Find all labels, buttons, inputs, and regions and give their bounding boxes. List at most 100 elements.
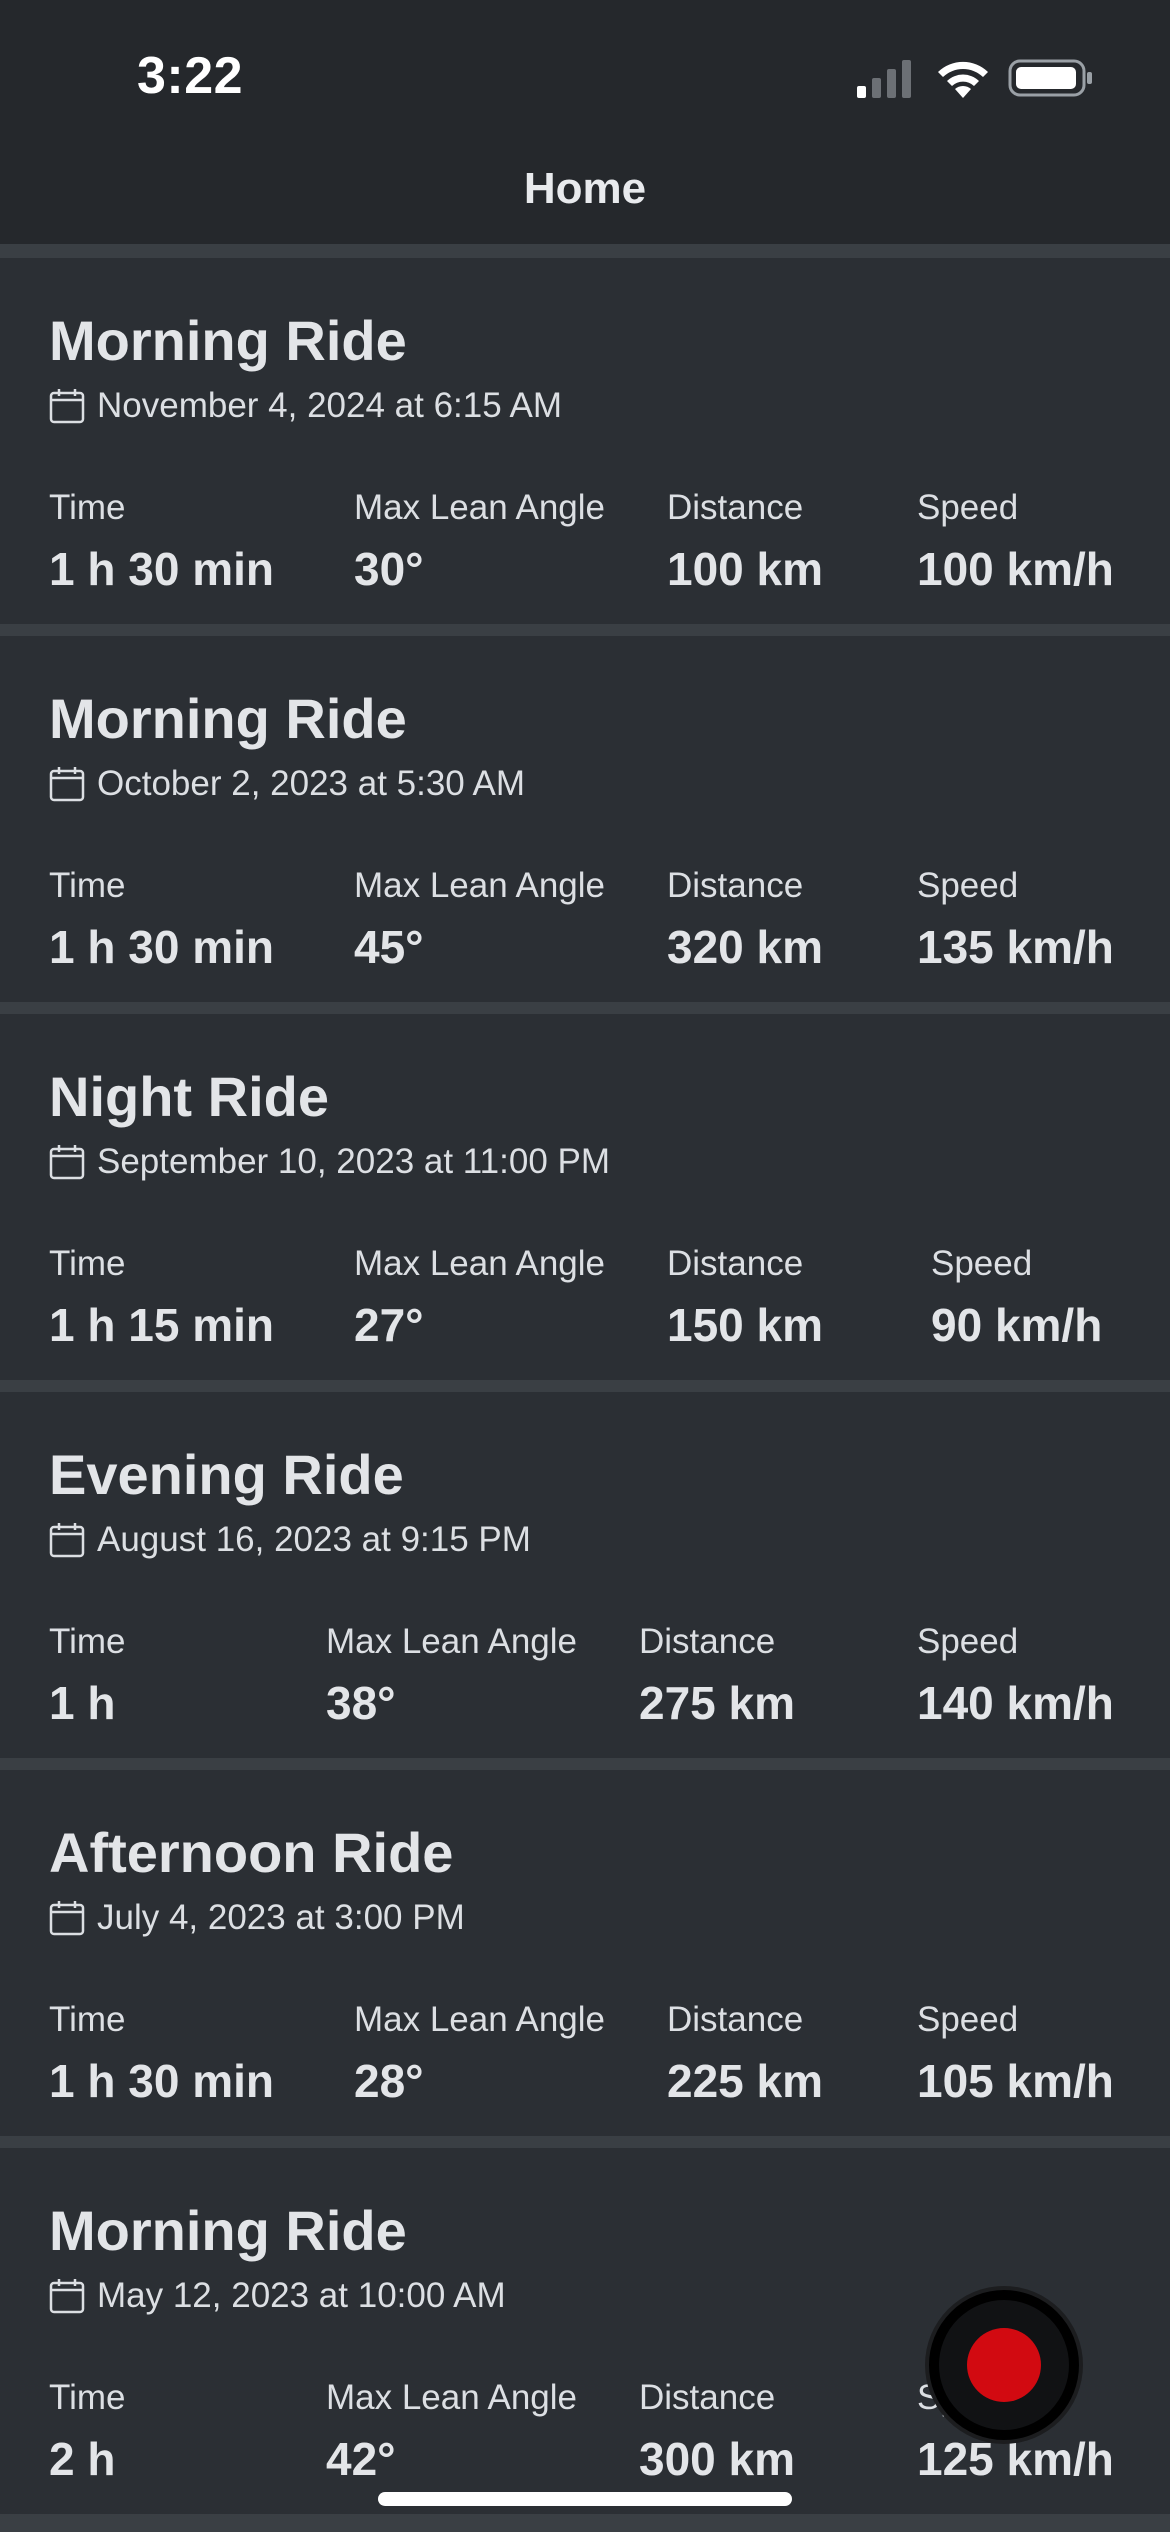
ride-date: May 12, 2023 at 10:00 AM xyxy=(97,2276,506,2315)
ride-stat: Time 1 h 30 min xyxy=(49,866,274,974)
stat-label: Max Lean Angle xyxy=(326,2378,578,2417)
ride-stat: Time 1 h xyxy=(49,1622,125,1730)
stat-label: Speed xyxy=(917,488,1019,527)
stat-value: 225 km xyxy=(667,2055,824,2107)
stat-value: 28° xyxy=(354,2055,424,2107)
ride-stat: Speed 90 km/h xyxy=(931,1244,1102,1352)
stat-label: Speed xyxy=(917,2000,1019,2039)
ride-card[interactable]: Evening Ride August 16, 2023 at 9:15 PM Ti… xyxy=(0,1392,1170,1758)
stat-label: Distance xyxy=(667,2000,804,2039)
stat-label: Max Lean Angle xyxy=(354,2000,606,2039)
ride-card[interactable]: Morning Ride October 2, 2023 at 5:30 AM Ti… xyxy=(0,636,1170,1002)
ride-date: July 4, 2023 at 3:00 PM xyxy=(97,1898,465,1937)
ride-stat: Speed 135 km/h xyxy=(917,866,1114,974)
wifi-icon xyxy=(938,61,988,98)
ride-date: October 2, 2023 at 5:30 AM xyxy=(97,764,526,803)
record-icon xyxy=(967,2328,1041,2402)
cellular-signal-icon xyxy=(857,60,911,98)
stat-value: 300 km xyxy=(639,2433,796,2485)
stat-value: 275 km xyxy=(639,1677,796,1729)
ride-title: Morning Ride xyxy=(49,2199,407,2262)
ride-date: September 10, 2023 at 11:00 PM xyxy=(97,1142,611,1181)
calendar-icon xyxy=(49,1523,85,1558)
ride-stat: Max Lean Angle 45° xyxy=(354,866,605,974)
app-screen: 3:22 Home Morning Ride November 4, 2024 a… xyxy=(0,0,1170,2532)
ride-title: Morning Ride xyxy=(49,309,407,372)
stat-label: Distance xyxy=(667,1244,804,1283)
stat-label: Time xyxy=(49,2378,126,2417)
ride-stat: Time 1 h 30 min xyxy=(49,2000,274,2108)
stat-value: 30° xyxy=(354,543,424,595)
stat-value: 135 km/h xyxy=(917,921,1114,973)
ride-card[interactable]: Morning Ride November 4, 2024 at 6:15 AM T… xyxy=(0,258,1170,624)
home-indicator[interactable] xyxy=(378,2492,792,2506)
calendar-icon xyxy=(49,1901,85,1936)
ride-list[interactable]: Morning Ride November 4, 2024 at 6:15 AM T… xyxy=(0,244,1170,2532)
stat-label: Max Lean Angle xyxy=(326,1622,578,1661)
stat-value: 1 h 30 min xyxy=(49,2055,274,2107)
ride-date-row: May 12, 2023 at 10:00 AM xyxy=(49,2276,506,2316)
stat-value: 125 km/h xyxy=(917,2433,1114,2485)
stat-label: Distance xyxy=(639,2378,776,2417)
stat-label: Speed xyxy=(917,1622,1019,1661)
ride-stat: Time 1 h 15 min xyxy=(49,1244,274,1352)
ride-date: November 4, 2024 at 6:15 AM xyxy=(97,386,562,425)
ride-date-row: July 4, 2023 at 3:00 PM xyxy=(49,1898,465,1938)
ride-stat: Distance 320 km xyxy=(667,866,823,974)
stat-label: Distance xyxy=(667,488,804,527)
ride-stat: Max Lean Angle 28° xyxy=(354,2000,605,2108)
ride-date-row: October 2, 2023 at 5:30 AM xyxy=(49,764,525,804)
stat-value: 1 h xyxy=(49,1677,116,1729)
stat-value: 42° xyxy=(326,2433,396,2485)
ride-stat: Max Lean Angle 30° xyxy=(354,488,605,596)
ride-stat: Distance 275 km xyxy=(639,1622,795,1730)
calendar-icon xyxy=(49,767,85,802)
ride-title: Morning Ride xyxy=(49,687,407,750)
ride-stat: Distance 225 km xyxy=(667,2000,823,2108)
calendar-icon xyxy=(49,2279,85,2314)
ride-stat: Speed 100 km/h xyxy=(917,488,1114,596)
ride-title: Night Ride xyxy=(49,1065,329,1128)
stat-value: 90 km/h xyxy=(931,1299,1103,1351)
stat-label: Max Lean Angle xyxy=(354,866,606,905)
ride-date-row: September 10, 2023 at 11:00 PM xyxy=(49,1142,610,1182)
ride-stat: Max Lean Angle 27° xyxy=(354,1244,605,1352)
page-title: Home xyxy=(523,164,647,213)
stat-label: Max Lean Angle xyxy=(354,1244,606,1283)
stat-label: Distance xyxy=(639,1622,776,1661)
stat-value: 320 km xyxy=(667,921,824,973)
ride-title: Afternoon Ride xyxy=(49,1821,454,1884)
stat-label: Speed xyxy=(931,1244,1033,1283)
battery-icon xyxy=(1008,59,1092,97)
stat-value: 105 km/h xyxy=(917,2055,1114,2107)
stat-value: 150 km xyxy=(667,1299,824,1351)
ride-date: August 16, 2023 at 9:15 PM xyxy=(97,1520,531,1559)
stat-value: 100 km/h xyxy=(917,543,1114,595)
stat-label: Time xyxy=(49,866,126,905)
ride-title: Evening Ride xyxy=(49,1443,404,1506)
ride-card[interactable]: Afternoon Ride July 4, 2023 at 3:00 PM Tim… xyxy=(0,1770,1170,2136)
stat-value: 1 h 30 min xyxy=(49,921,274,973)
ride-card[interactable]: Night Ride September 10, 2023 at 11:00 PM… xyxy=(0,1014,1170,1380)
record-ride-button[interactable] xyxy=(929,2290,1079,2440)
stat-label: Max Lean Angle xyxy=(354,488,606,527)
calendar-icon xyxy=(49,1145,85,1180)
stat-value: 140 km/h xyxy=(917,1677,1114,1729)
stat-label: Speed xyxy=(917,866,1019,905)
ride-date-row: November 4, 2024 at 6:15 AM xyxy=(49,386,562,426)
stat-value: 2 h xyxy=(49,2433,116,2485)
stat-label: Time xyxy=(49,488,126,527)
stat-value: 1 h 15 min xyxy=(49,1299,274,1351)
ride-stat: Distance 300 km xyxy=(639,2378,795,2486)
ride-stat: Time 2 h xyxy=(49,2378,125,2486)
stat-value: 38° xyxy=(326,1677,396,1729)
top-bar: 3:22 Home xyxy=(0,0,1170,244)
stat-label: Distance xyxy=(667,866,804,905)
status-time: 3:22 xyxy=(137,47,244,105)
ride-stat: Max Lean Angle 38° xyxy=(326,1622,577,1730)
stat-value: 27° xyxy=(354,1299,424,1351)
stat-value: 45° xyxy=(354,921,424,973)
ride-stat: Time 1 h 30 min xyxy=(49,488,274,596)
ride-date-row: August 16, 2023 at 9:15 PM xyxy=(49,1520,531,1560)
calendar-icon xyxy=(49,389,85,424)
